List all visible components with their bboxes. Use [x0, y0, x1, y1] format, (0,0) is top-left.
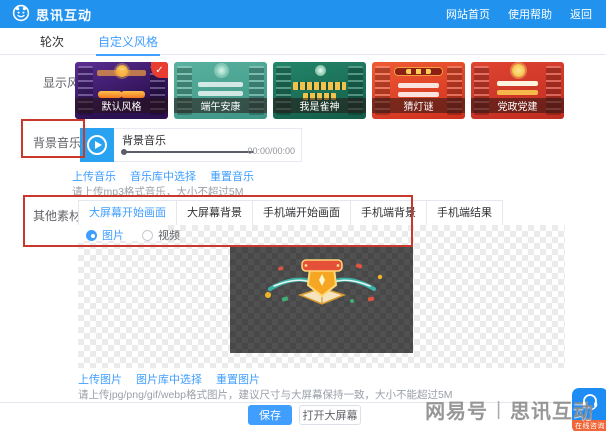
tab-mobile-result[interactable]: 手机端结果 — [427, 200, 503, 226]
top-tabbar: 轮次 自定义风格 — [0, 28, 606, 55]
tab-screen-background[interactable]: 大屏幕背景 — [177, 200, 253, 226]
material-section-label: 其他素材 — [33, 207, 81, 224]
chat-label: 在线咨询 — [572, 420, 606, 431]
theme-art — [293, 82, 346, 90]
upload-preview-area[interactable] — [78, 225, 565, 368]
play-button[interactable] — [80, 128, 114, 162]
upload-music-link[interactable]: 上传音乐 — [72, 168, 116, 184]
nav-help-link[interactable]: 使用帮助 — [508, 6, 552, 22]
theme-art — [315, 65, 326, 76]
brand: 思讯互动 — [12, 4, 92, 25]
radio-unselected-icon — [142, 230, 153, 241]
audio-time: 00:00/00:00 — [247, 146, 295, 156]
material-tabs: 大屏幕开始画面 大屏幕背景 手机端开始画面 手机端背景 手机端结果 — [78, 200, 503, 226]
app-header: 思讯互动 网站首页 使用帮助 返回 — [0, 0, 606, 28]
radio-selected-icon — [86, 230, 97, 241]
audio-player-body: 背景音乐 00:00/00:00 — [114, 128, 302, 162]
brand-logo-icon — [12, 4, 30, 25]
header-nav: 网站首页 使用帮助 返回 — [446, 6, 592, 22]
theme-art — [97, 70, 146, 76]
tab-screen-start[interactable]: 大屏幕开始画面 — [78, 200, 177, 226]
music-library-link[interactable]: 音乐库中选择 — [130, 168, 196, 184]
tab-rounds[interactable]: 轮次 — [40, 27, 64, 56]
upload-image-link[interactable]: 上传图片 — [78, 371, 122, 387]
image-library-link[interactable]: 图片库中选择 — [136, 371, 202, 387]
media-type-radios: 图片 视频 — [86, 227, 180, 243]
theme-name: 端午安康 — [174, 98, 267, 113]
theme-art — [398, 92, 439, 97]
open-big-screen-button[interactable]: 打开大屏幕 — [299, 405, 361, 425]
theme-name: 党政党建 — [471, 98, 564, 113]
theme-art — [406, 69, 431, 74]
theme-art — [512, 64, 525, 77]
theme-art — [497, 81, 538, 86]
theme-lantern[interactable]: 猜灯谜 — [372, 62, 465, 119]
footer-divider — [0, 402, 606, 403]
theme-duanwu[interactable]: 端午安康 — [174, 62, 267, 119]
brand-title: 思讯互动 — [36, 5, 92, 24]
headset-icon — [581, 393, 599, 416]
theme-name: 默认风格 — [75, 98, 168, 113]
reset-image-link[interactable]: 重置图片 — [216, 371, 260, 387]
radio-video-label: 视频 — [158, 227, 180, 243]
radio-image[interactable]: 图片 — [86, 227, 124, 243]
online-chat-button[interactable]: 在线咨询 — [572, 388, 606, 431]
tab-mobile-start[interactable]: 手机端开始画面 — [253, 200, 351, 226]
play-icon — [87, 135, 107, 155]
theme-party[interactable]: 党政党建 — [471, 62, 564, 119]
selected-check-icon: ✓ — [151, 62, 168, 78]
music-hint: 请上传mp3格式音乐，大小不超过5M — [72, 184, 244, 199]
theme-art — [198, 91, 243, 96]
theme-art — [198, 82, 243, 87]
nav-home-link[interactable]: 网站首页 — [446, 6, 490, 22]
theme-art — [121, 91, 145, 98]
reset-music-link[interactable]: 重置音乐 — [210, 168, 254, 184]
slider-handle[interactable] — [121, 149, 127, 155]
preview-logo-graphic — [256, 255, 388, 316]
tab-custom-style[interactable]: 自定义风格 — [98, 27, 158, 56]
theme-thumbnails: 默认风格 ✓ 端午安康 我是雀神 猜灯谜 — [75, 62, 564, 119]
theme-default[interactable]: 默认风格 ✓ — [75, 62, 168, 119]
image-preview — [230, 247, 413, 353]
audio-player: 背景音乐 00:00/00:00 — [80, 128, 302, 162]
image-links: 上传图片 图片库中选择 重置图片 — [78, 371, 260, 387]
audio-progress-slider[interactable] — [122, 151, 254, 153]
radio-video[interactable]: 视频 — [142, 227, 180, 243]
theme-name: 我是雀神 — [273, 98, 366, 113]
theme-art — [216, 65, 227, 76]
tab-mobile-background[interactable]: 手机端背景 — [351, 200, 427, 226]
radio-image-label: 图片 — [102, 227, 124, 243]
theme-art — [398, 83, 439, 88]
image-hint: 请上传jpg/png/gif/webp格式图片，建议尺寸与大屏幕保持一致，大小不… — [78, 387, 453, 402]
theme-art — [98, 91, 122, 98]
nav-back-link[interactable]: 返回 — [570, 6, 592, 22]
music-links: 上传音乐 音乐库中选择 重置音乐 — [72, 168, 254, 184]
theme-art — [497, 90, 538, 95]
theme-name: 猜灯谜 — [372, 98, 465, 113]
theme-mahjong[interactable]: 我是雀神 — [273, 62, 366, 119]
page: 思讯互动 网站首页 使用帮助 返回 轮次 自定义风格 显示风格 默认风格 ✓ — [0, 0, 606, 431]
music-section-label: 背景音乐 — [33, 134, 81, 151]
save-button[interactable]: 保存 — [248, 405, 292, 425]
